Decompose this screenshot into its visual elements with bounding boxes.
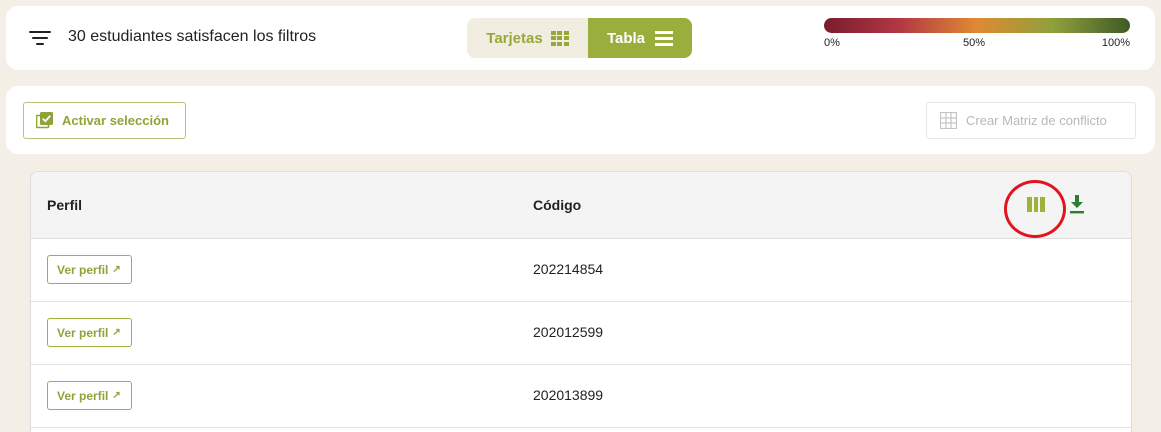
download-icon[interactable] bbox=[1069, 195, 1085, 215]
color-scale-legend: 0% 50% 100% bbox=[824, 18, 1130, 51]
column-header-profile: Perfil bbox=[47, 197, 83, 213]
view-toggle: Tarjetas Tabla bbox=[467, 18, 692, 58]
grid-table-icon bbox=[940, 112, 957, 129]
external-link-icon: ↗ bbox=[112, 390, 121, 401]
color-scale-bar bbox=[824, 18, 1130, 33]
table-row: Ver perfil ↗ 202012599 bbox=[31, 302, 1131, 365]
activate-selection-button[interactable]: Activar selección bbox=[23, 102, 186, 139]
external-link-icon: ↗ bbox=[112, 264, 121, 275]
create-conflict-matrix-label: Crear Matriz de conflicto bbox=[966, 113, 1107, 128]
highlight-annotation-circle bbox=[1004, 180, 1066, 238]
scale-label-max: 100% bbox=[1101, 37, 1130, 49]
top-toolbar: 30 estudiantes satisfacen los filtros Ta… bbox=[6, 6, 1155, 70]
view-profile-button[interactable]: Ver perfil ↗ bbox=[47, 255, 132, 284]
student-code: 202013899 bbox=[533, 387, 604, 403]
cards-view-button[interactable]: Tarjetas bbox=[467, 18, 588, 58]
create-conflict-matrix-button[interactable]: Crear Matriz de conflicto bbox=[926, 102, 1136, 139]
student-code: 202214854 bbox=[533, 261, 604, 277]
column-header-code: Código bbox=[533, 197, 582, 213]
activate-selection-label: Activar selección bbox=[62, 113, 169, 128]
students-table: Perfil Código Ver perfil ↗ 202214854 Ver… bbox=[30, 171, 1132, 432]
view-profile-label: Ver perfil bbox=[57, 262, 109, 277]
selection-actionbar: Activar selección Crear Matriz de confli… bbox=[6, 86, 1155, 154]
table-row: Ver perfil ↗ 202214854 bbox=[31, 239, 1131, 302]
table-header: Perfil Código bbox=[31, 172, 1131, 239]
table-view-button[interactable]: Tabla bbox=[588, 18, 692, 58]
view-profile-button[interactable]: Ver perfil ↗ bbox=[47, 318, 132, 347]
view-profile-label: Ver perfil bbox=[57, 388, 109, 403]
filter-list-icon[interactable] bbox=[29, 31, 51, 47]
external-link-icon: ↗ bbox=[112, 327, 121, 338]
table-row: Ver perfil ↗ 202013899 bbox=[31, 365, 1131, 428]
cards-view-label: Tarjetas bbox=[486, 29, 543, 47]
scale-label-mid: 50% bbox=[963, 37, 986, 49]
list-icon bbox=[655, 30, 674, 46]
results-count-text: 30 estudiantes satisfacen los filtros bbox=[68, 28, 317, 45]
view-profile-label: Ver perfil bbox=[57, 325, 109, 340]
table-view-label: Tabla bbox=[606, 29, 646, 47]
checkbox-stack-icon bbox=[36, 112, 53, 129]
view-profile-button[interactable]: Ver perfil ↗ bbox=[47, 381, 132, 410]
grid-icon bbox=[550, 30, 569, 46]
scale-label-min: 0% bbox=[824, 37, 840, 49]
student-code: 202012599 bbox=[533, 324, 604, 340]
